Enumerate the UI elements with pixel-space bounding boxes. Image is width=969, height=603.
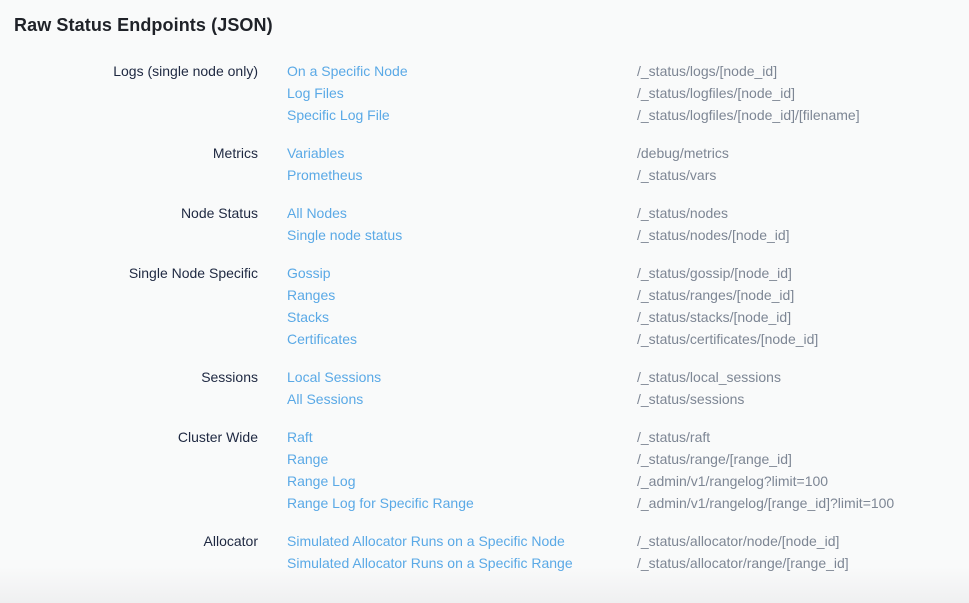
endpoint-link[interactable]: Ranges <box>287 284 608 306</box>
endpoint-link[interactable]: Certificates <box>287 328 608 350</box>
endpoints-column: /_status/gossip/[node_id]/_status/ranges… <box>637 262 955 350</box>
endpoints-column: /debug/metrics/_status/vars <box>637 142 955 186</box>
links-column: VariablesPrometheus <box>287 142 608 186</box>
endpoint-section: Single Node Specific GossipRangesStacksC… <box>14 262 955 350</box>
endpoint-path: /_status/logs/[node_id] <box>637 60 955 82</box>
endpoint-section: Cluster Wide RaftRangeRange LogRange Log… <box>14 426 955 514</box>
endpoint-link[interactable]: Prometheus <box>287 164 608 186</box>
endpoint-link[interactable]: Gossip <box>287 262 608 284</box>
endpoint-section: Sessions Local SessionsAll Sessions /_st… <box>14 366 955 410</box>
endpoint-path: /_status/raft <box>637 426 955 448</box>
endpoint-path: /_status/logfiles/[node_id] <box>637 82 955 104</box>
endpoint-path: /_status/stacks/[node_id] <box>637 306 955 328</box>
endpoint-path: /_status/vars <box>637 164 955 186</box>
category-label: Sessions <box>14 366 258 410</box>
endpoints-table: Logs (single node only) On a Specific No… <box>14 60 955 574</box>
category-label: Logs (single node only) <box>14 60 258 126</box>
endpoint-link[interactable]: On a Specific Node <box>287 60 608 82</box>
endpoints-column: /_status/raft/_status/range/[range_id]/_… <box>637 426 955 514</box>
endpoint-link[interactable]: Simulated Allocator Runs on a Specific N… <box>287 530 608 552</box>
endpoint-link[interactable]: Range Log for Specific Range <box>287 492 608 514</box>
links-column: Simulated Allocator Runs on a Specific N… <box>287 530 608 574</box>
endpoint-path: /_status/logfiles/[node_id]/[filename] <box>637 104 955 126</box>
endpoint-path: /_status/allocator/range/[range_id] <box>637 552 955 574</box>
endpoint-path: /_status/gossip/[node_id] <box>637 262 955 284</box>
raw-status-endpoints-page: Raw Status Endpoints (JSON) Logs (single… <box>14 13 955 574</box>
endpoint-link[interactable]: Log Files <box>287 82 608 104</box>
endpoint-path: /_status/allocator/node/[node_id] <box>637 530 955 552</box>
category-label: Single Node Specific <box>14 262 258 350</box>
endpoint-path: /_status/nodes <box>637 202 955 224</box>
endpoint-link[interactable]: Variables <box>287 142 608 164</box>
endpoint-link[interactable]: Local Sessions <box>287 366 608 388</box>
category-label: Node Status <box>14 202 258 246</box>
endpoint-path: /_status/certificates/[node_id] <box>637 328 955 350</box>
category-label: Metrics <box>14 142 258 186</box>
endpoint-path: /_status/sessions <box>637 388 955 410</box>
links-column: All NodesSingle node status <box>287 202 608 246</box>
endpoint-section: Metrics VariablesPrometheus /debug/metri… <box>14 142 955 186</box>
endpoint-path: /_status/nodes/[node_id] <box>637 224 955 246</box>
endpoint-path: /_status/ranges/[node_id] <box>637 284 955 306</box>
endpoint-path: /_admin/v1/rangelog?limit=100 <box>637 470 955 492</box>
endpoints-column: /_status/logs/[node_id]/_status/logfiles… <box>637 60 955 126</box>
page-title: Raw Status Endpoints (JSON) <box>14 13 955 37</box>
endpoints-column: /_status/local_sessions/_status/sessions <box>637 366 955 410</box>
endpoint-link[interactable]: Single node status <box>287 224 608 246</box>
endpoints-column: /_status/nodes/_status/nodes/[node_id] <box>637 202 955 246</box>
endpoint-path: /_status/local_sessions <box>637 366 955 388</box>
category-label: Cluster Wide <box>14 426 258 514</box>
endpoint-path: /_admin/v1/rangelog/[range_id]?limit=100 <box>637 492 955 514</box>
endpoint-path: /_status/range/[range_id] <box>637 448 955 470</box>
links-column: RaftRangeRange LogRange Log for Specific… <box>287 426 608 514</box>
endpoints-column: /_status/allocator/node/[node_id]/_statu… <box>637 530 955 574</box>
links-column: On a Specific NodeLog FilesSpecific Log … <box>287 60 608 126</box>
endpoint-link[interactable]: Simulated Allocator Runs on a Specific R… <box>287 552 608 574</box>
endpoint-section: Logs (single node only) On a Specific No… <box>14 60 955 126</box>
endpoint-link[interactable]: Range <box>287 448 608 470</box>
endpoint-link[interactable]: Raft <box>287 426 608 448</box>
links-column: GossipRangesStacksCertificates <box>287 262 608 350</box>
endpoint-path: /debug/metrics <box>637 142 955 164</box>
endpoint-link[interactable]: All Nodes <box>287 202 608 224</box>
endpoint-link[interactable]: Stacks <box>287 306 608 328</box>
endpoint-link[interactable]: Range Log <box>287 470 608 492</box>
endpoint-link[interactable]: Specific Log File <box>287 104 608 126</box>
endpoint-section: Allocator Simulated Allocator Runs on a … <box>14 530 955 574</box>
endpoint-section: Node Status All NodesSingle node status … <box>14 202 955 246</box>
endpoint-link[interactable]: All Sessions <box>287 388 608 410</box>
links-column: Local SessionsAll Sessions <box>287 366 608 410</box>
category-label: Allocator <box>14 530 258 574</box>
